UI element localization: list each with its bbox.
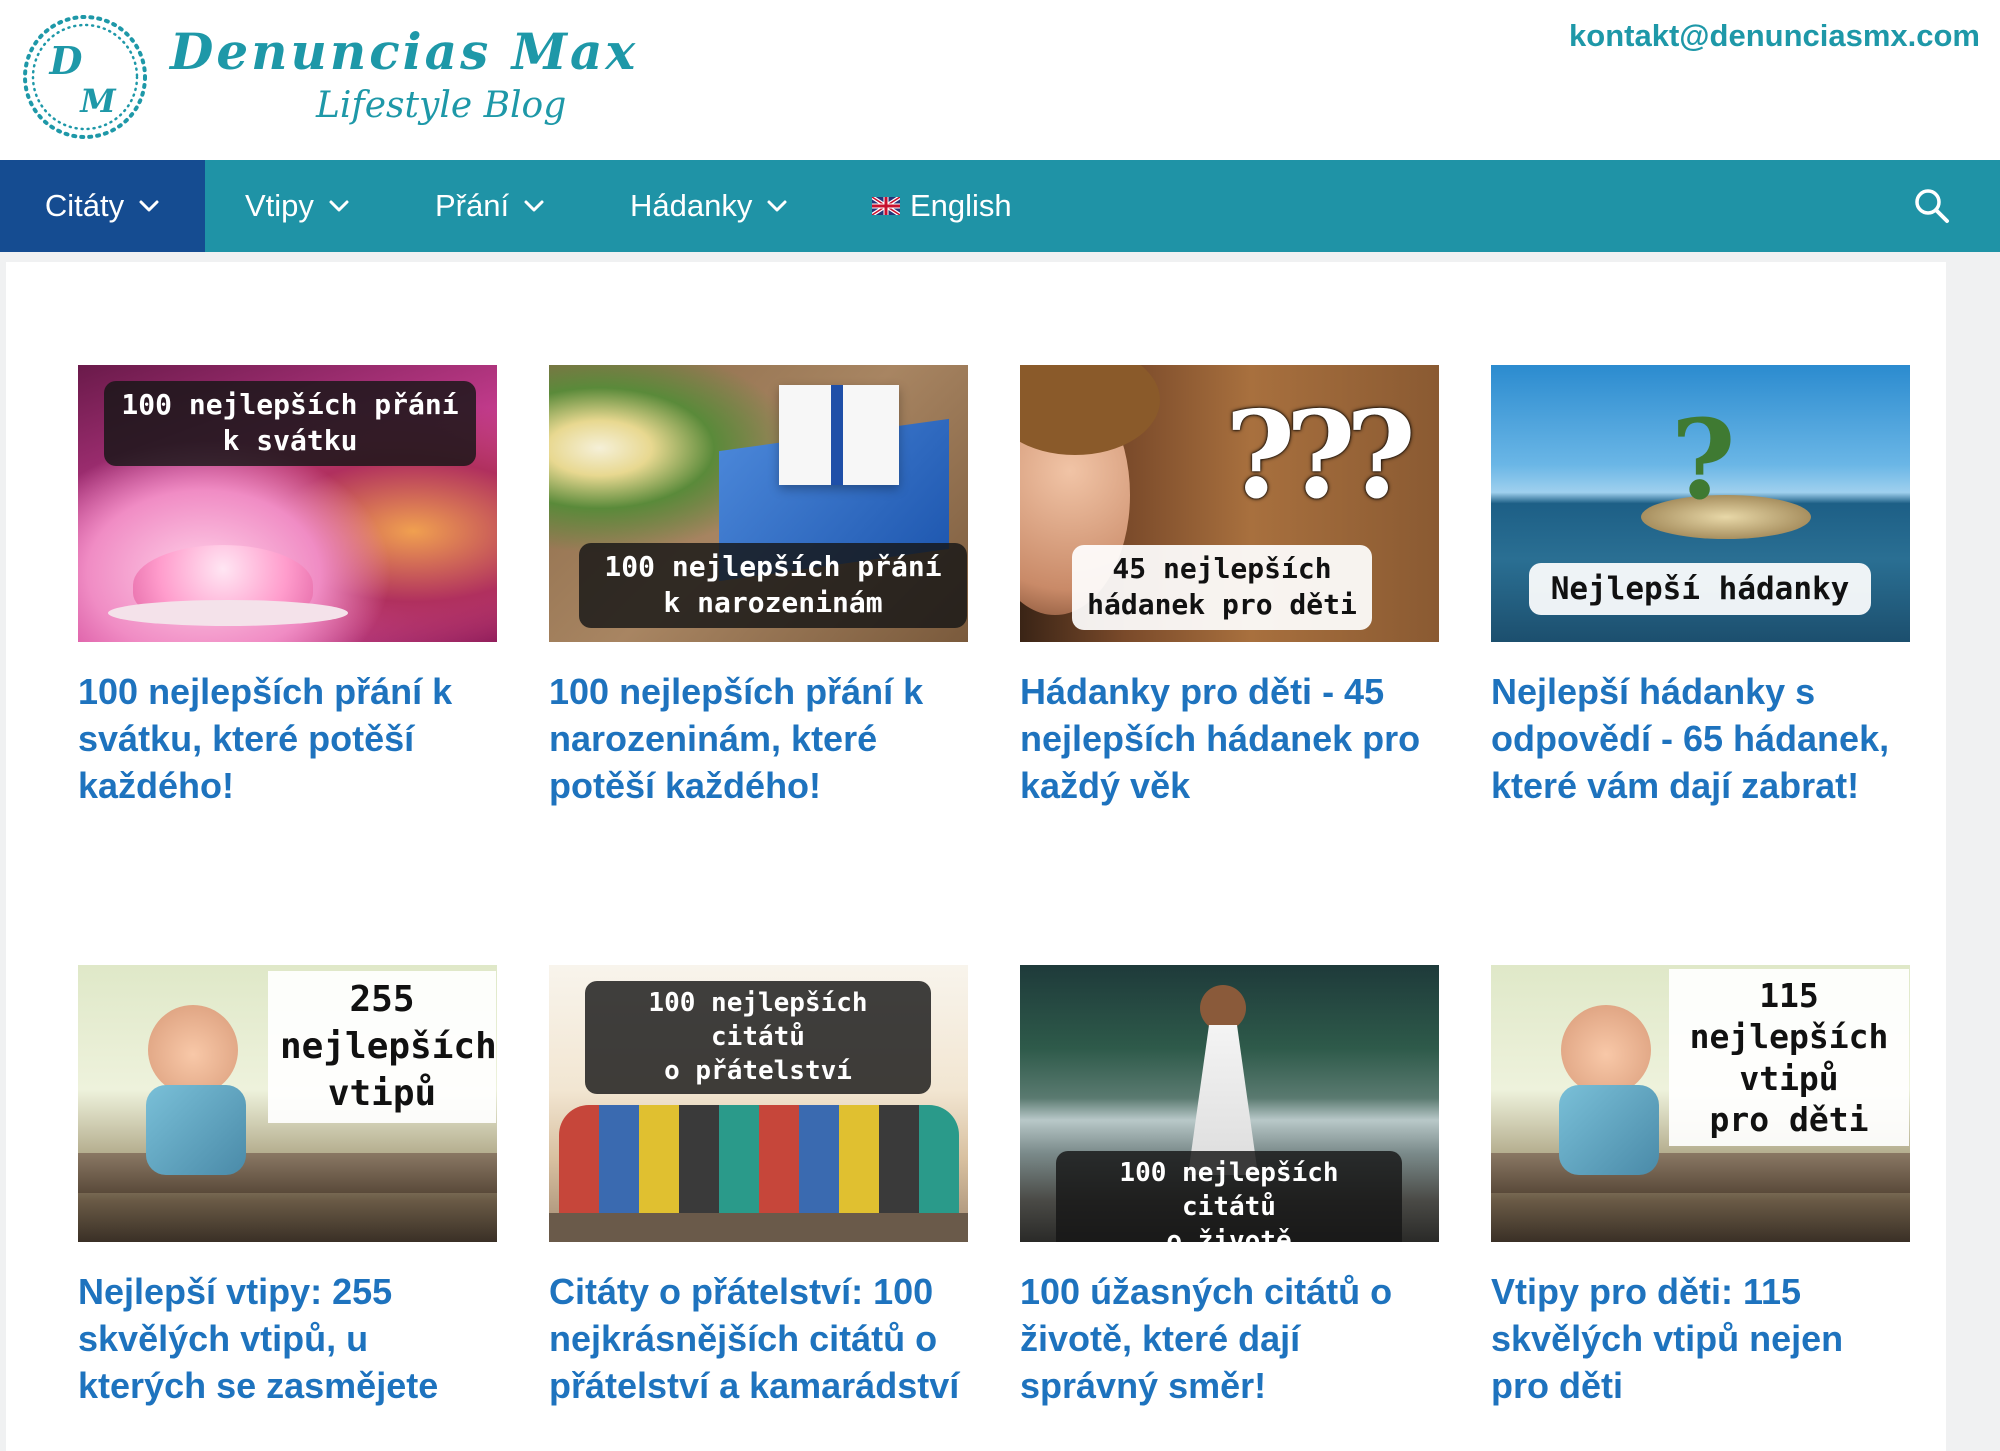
child-body-shape [1559, 1085, 1659, 1175]
logo-letter-m: M [79, 82, 117, 120]
ledge-shape [549, 1213, 968, 1242]
bench-shape [1491, 1153, 1910, 1193]
post-title-link[interactable]: Nejlepší hádanky s odpovědí - 65 hádanek… [1491, 668, 1910, 809]
contact-email-link[interactable]: kontakt@denunciasmx.com [1569, 18, 1980, 54]
thumbnail-caption: 100 nejlepších citátů o přátelství [585, 981, 931, 1095]
post-title-link[interactable]: Hádanky pro děti - 45 nejlepších hádanek… [1020, 668, 1439, 809]
brand-tagline: Lifestyle Blog [316, 85, 567, 126]
logo-letter-d: D [49, 38, 83, 83]
site-header: D M Denuncias Max Lifestyle Blog kontakt… [0, 0, 2000, 160]
nav-item-label: Citáty [44, 188, 125, 223]
woman-head-shape [1200, 985, 1246, 1031]
chevron-down-icon [139, 200, 159, 212]
nav-item-label: Hádanky [630, 188, 753, 223]
post-title-link[interactable]: Nejlepší vtipy: 255 skvělých vtipů, u kt… [78, 1268, 497, 1409]
post-card: ? Nejlepší hádanky Nejlepší hádanky s od… [1491, 365, 1910, 809]
post-thumbnail[interactable]: 100 nejlepších citátů o životě [1020, 965, 1439, 1242]
search-icon[interactable] [1912, 186, 1952, 226]
nav-item-citaty[interactable]: Citáty [0, 160, 205, 252]
thumbnail-caption: 45 nejlepších hádanek pro děti [1072, 545, 1372, 630]
brand-name[interactable]: Denuncias Max [170, 22, 638, 81]
child-hair-shape [1020, 365, 1160, 455]
post-title-link[interactable]: 100 nejlepších přání k svátku, které pot… [78, 668, 497, 809]
post-grid: 100 nejlepších přání k svátku 100 nejlep… [6, 262, 1946, 1451]
logo-badge[interactable]: D M [20, 12, 150, 142]
question-mark-tree: ? [1671, 395, 1736, 524]
child-head-shape [148, 1005, 238, 1095]
nav-item-vtipy[interactable]: Vtipy [245, 160, 350, 252]
thumbnail-caption: 255 nejlepších vtipů [268, 971, 497, 1124]
plate-shape [108, 600, 348, 626]
nav-item-english[interactable]: English [872, 160, 1012, 252]
main-nav: Citáty Vtipy Přání Hádanky English [0, 160, 2000, 252]
nav-item-hadanky[interactable]: Hádanky [630, 160, 788, 252]
nav-item-label: Přání [435, 188, 510, 223]
post-card: 100 nejlepších citátů o životě 100 úžasn… [1020, 965, 1439, 1409]
post-thumbnail[interactable]: 100 nejlepších citátů o přátelství [549, 965, 968, 1242]
chevron-down-icon [329, 200, 349, 212]
child-body-shape [146, 1085, 246, 1175]
post-thumbnail[interactable]: 115 nejlepších vtipů pro děti [1491, 965, 1910, 1242]
post-title-link[interactable]: Citáty o přátelství: 100 nejkrásnějších … [549, 1268, 968, 1409]
nav-item-label: Vtipy [245, 188, 314, 223]
post-title-link[interactable]: Vtipy pro děti: 115 skvělých vtipů nejen… [1491, 1268, 1910, 1409]
chevron-down-icon [524, 200, 544, 212]
thumbnail-caption: 100 nejlepších přání k narozeninám [579, 543, 967, 628]
post-thumbnail[interactable]: ? Nejlepší hádanky [1491, 365, 1910, 642]
post-thumbnail[interactable]: 100 nejlepších přání k svátku [78, 365, 497, 642]
uk-flag-icon [872, 197, 900, 215]
thumbnail-caption: 115 nejlepších vtipů pro děti [1669, 969, 1909, 1146]
post-thumbnail[interactable]: 255 nejlepších vtipů [78, 965, 497, 1242]
thumbnail-caption: 100 nejlepších přání k svátku [104, 381, 476, 466]
question-marks: ??? [1225, 385, 1416, 526]
post-card: 115 nejlepších vtipů pro děti Vtipy pro … [1491, 965, 1910, 1409]
post-thumbnail[interactable]: 100 nejlepších přání k narozeninám [549, 365, 968, 642]
post-title-link[interactable]: 100 úžasných citátů o životě, které dají… [1020, 1268, 1439, 1409]
post-card: 100 nejlepších přání k narozeninám 100 n… [549, 365, 968, 809]
post-card: 100 nejlepších přání k svátku 100 nejlep… [78, 365, 497, 809]
post-title-link[interactable]: 100 nejlepších přání k narozeninám, kter… [549, 668, 968, 809]
post-card: 255 nejlepších vtipů Nejlepší vtipy: 255… [78, 965, 497, 1409]
post-card: 100 nejlepších citátů o přátelství Citát… [549, 965, 968, 1409]
nav-item-prani[interactable]: Přání [435, 160, 545, 252]
bench-shape [78, 1153, 497, 1193]
thumbnail-caption: Nejlepší hádanky [1529, 563, 1871, 616]
post-thumbnail[interactable]: ??? 45 nejlepších hádanek pro děti [1020, 365, 1439, 642]
chevron-down-icon [767, 200, 787, 212]
child-head-shape [1561, 1005, 1651, 1095]
post-card: ??? 45 nejlepších hádanek pro děti Hádan… [1020, 365, 1439, 809]
thumbnail-caption: 100 nejlepších citátů o životě [1056, 1151, 1402, 1242]
nav-item-label: English [910, 188, 1012, 223]
ribbon-shape [831, 385, 843, 485]
